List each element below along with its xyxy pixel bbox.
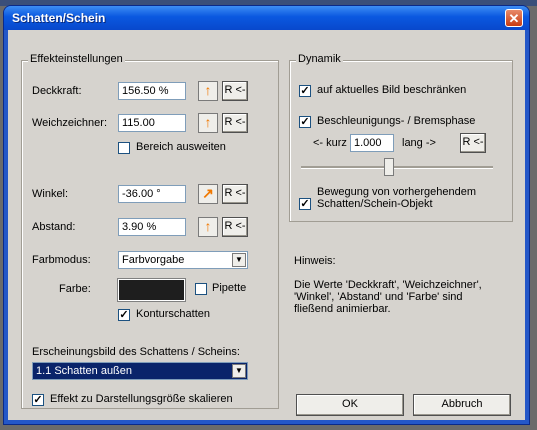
bereich-checkbox[interactable] — [118, 142, 130, 154]
winkel-animate-button[interactable]: ↗ — [198, 184, 218, 204]
beschraenken-checkbox[interactable]: ✓ — [299, 85, 311, 97]
skalieren-checkbox[interactable]: ✓ — [32, 394, 44, 406]
dynamik-legend: Dynamik — [296, 53, 343, 65]
pipette-checkbox[interactable] — [195, 283, 207, 295]
dynamik-group: Dynamik ✓ auf aktuelles Bild beschränken… — [289, 53, 513, 222]
winkel-label: Winkel: — [32, 188, 69, 200]
abstand-input[interactable]: 3.90 % — [118, 218, 186, 236]
window-title: Schatten/Schein — [12, 11, 106, 25]
lang-label: lang -> — [402, 137, 436, 149]
up-arrow-icon: ↑ — [204, 114, 212, 130]
kurz-label: <- kurz — [313, 137, 347, 149]
dialog-client: Effekteinstellungen Deckkraft: 156.50 % … — [8, 30, 525, 420]
phase-slider-thumb[interactable] — [384, 158, 395, 176]
weichzeichner-animate-button[interactable]: ↑ — [198, 113, 218, 133]
cancel-button[interactable]: Abbruch — [413, 394, 511, 416]
abstand-animate-button[interactable]: ↑ — [198, 217, 218, 237]
konturschatten-checkbox[interactable]: ✓ — [118, 309, 130, 321]
erscheinung-label: Erscheinungsbild des Schattens / Scheins… — [32, 346, 240, 358]
farbe-swatch[interactable] — [118, 279, 185, 301]
farbmodus-select[interactable]: Farbvorgabe ▼ — [118, 251, 248, 269]
weichzeichner-input[interactable]: 115.00 — [118, 114, 186, 132]
deckkraft-animate-button[interactable]: ↑ — [198, 81, 218, 101]
curved-arrow-icon: ↗ — [202, 185, 214, 201]
bewegung-label: Bewegung von vorhergehendem Schatten/Sch… — [317, 186, 477, 210]
pipette-label: Pipette — [212, 282, 247, 294]
phase-slider-track — [301, 166, 493, 169]
deckkraft-label: Deckkraft: — [32, 85, 82, 97]
deckkraft-input[interactable]: 156.50 % — [118, 82, 186, 100]
ok-button[interactable]: OK — [296, 394, 404, 416]
winkel-reset-button[interactable]: R <- — [222, 184, 248, 204]
up-arrow-icon: ↑ — [204, 82, 212, 98]
dialog-window: Schatten/Schein ✕ Effekteinstellungen De… — [4, 6, 529, 424]
beschraenken-label: auf aktuelles Bild beschränken — [317, 84, 467, 96]
effekt-group: Effekteinstellungen Deckkraft: 156.50 % … — [21, 53, 279, 409]
bewegung-checkbox[interactable]: ✓ — [299, 198, 311, 210]
farbmodus-value: Farbvorgabe — [122, 254, 185, 266]
farbe-label: Farbe: — [59, 283, 91, 295]
winkel-input[interactable]: -36.00 ° — [118, 185, 186, 203]
up-arrow-icon: ↑ — [204, 218, 212, 234]
abstand-label: Abstand: — [32, 221, 76, 233]
chevron-down-icon[interactable]: ▼ — [232, 364, 246, 378]
phase-input[interactable]: 1.000 — [350, 134, 394, 152]
weichzeichner-label: Weichzeichner: — [32, 117, 107, 129]
close-button[interactable]: ✕ — [505, 9, 523, 27]
hinweis-title: Hinweis: — [294, 255, 336, 267]
close-icon: ✕ — [508, 11, 520, 26]
skalieren-label: Effekt zu Darstellungsgröße skalieren — [50, 393, 233, 405]
chevron-down-icon[interactable]: ▼ — [232, 253, 246, 267]
erscheinung-select[interactable]: 1.1 Schatten außen ▼ — [32, 362, 248, 380]
deckkraft-reset-button[interactable]: R <- — [222, 81, 248, 101]
farbmodus-label: Farbmodus: — [32, 254, 91, 266]
effekt-legend: Effekteinstellungen — [28, 53, 125, 65]
erscheinung-value: 1.1 Schatten außen — [36, 365, 133, 377]
konturschatten-label: Konturschatten — [136, 308, 210, 320]
abstand-reset-button[interactable]: R <- — [222, 217, 248, 237]
phase-reset-button[interactable]: R <- — [460, 133, 486, 153]
weichzeichner-reset-button[interactable]: R <- — [222, 113, 248, 133]
beschleunigung-label: Beschleunigungs- / Bremsphase — [317, 115, 476, 127]
hinweis-text: Die Werte 'Deckkraft', 'Weichzeichner', … — [294, 279, 482, 315]
beschleunigung-checkbox[interactable]: ✓ — [299, 116, 311, 128]
title-bar[interactable]: Schatten/Schein ✕ — [4, 6, 529, 30]
bereich-label: Bereich ausweiten — [136, 141, 226, 153]
